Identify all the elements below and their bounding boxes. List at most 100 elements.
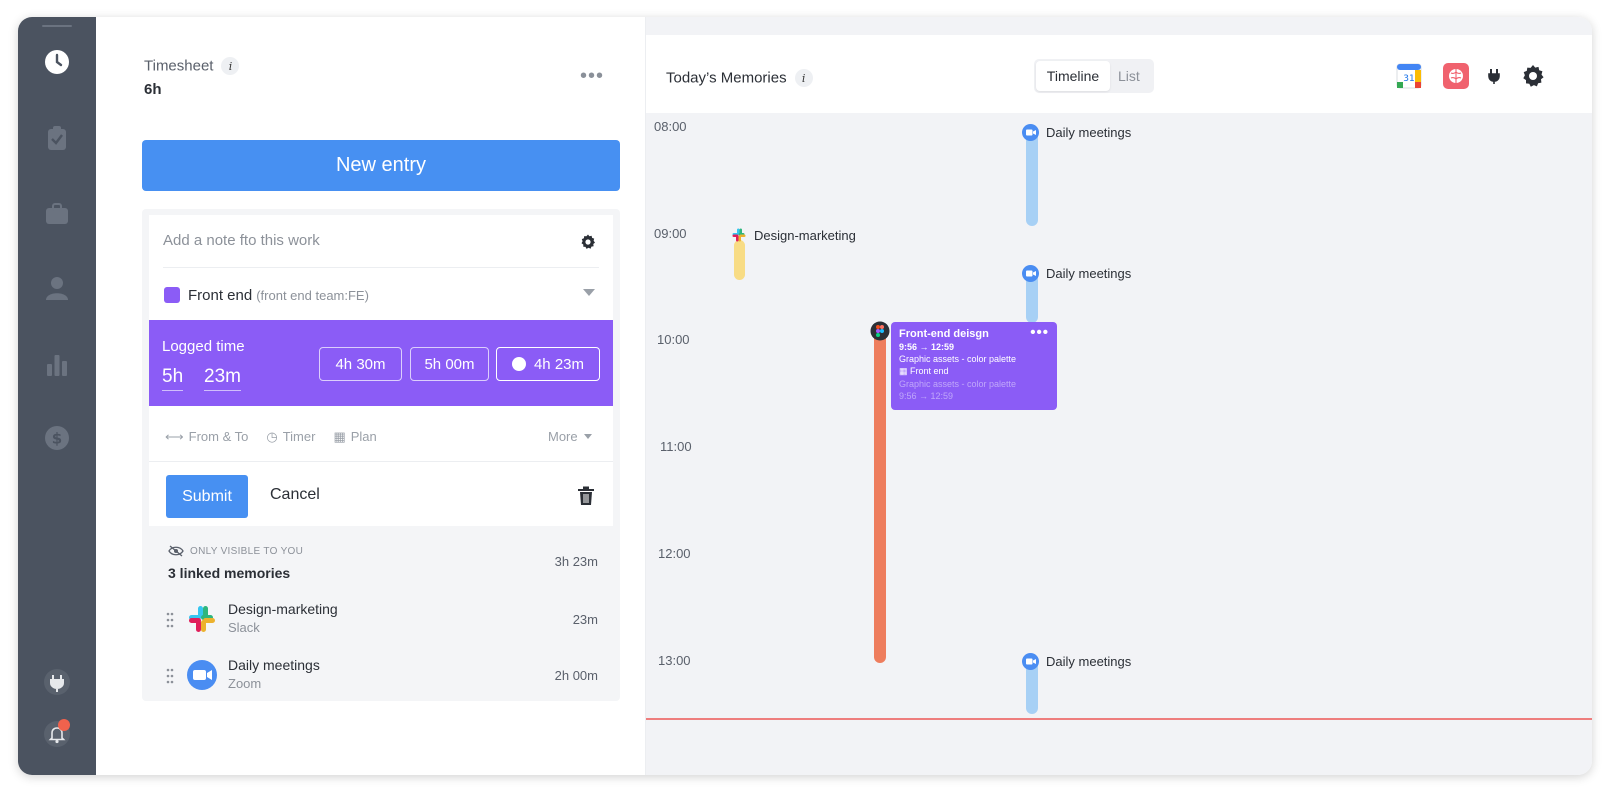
more-options-icon[interactable]: •••: [580, 65, 604, 88]
cancel-button[interactable]: Cancel: [270, 486, 320, 504]
mode-plan[interactable]: ▦ Plan: [333, 429, 376, 445]
list-item[interactable]: Design-marketing Slack 23m: [142, 595, 620, 645]
chip-label: 4h 23m: [533, 355, 585, 373]
memories-title: Today’s Memories i: [666, 69, 813, 87]
info-icon[interactable]: i: [794, 69, 813, 87]
more-dropdown[interactable]: More: [548, 429, 592, 444]
mode-from-to[interactable]: ⟷ From & To: [165, 429, 248, 445]
project-name: Front end: [188, 287, 253, 304]
svg-text:$: $: [52, 430, 62, 448]
memories-title-text: Today’s Memories: [666, 69, 787, 87]
visibility-note: ONLY VISIBLE TO YOU: [168, 545, 303, 557]
mode-timer[interactable]: ◷ Timer: [266, 429, 315, 445]
list-item[interactable]: Daily meetings Zoom 2h 00m: [142, 651, 620, 701]
eye-off-icon: [168, 545, 184, 557]
card-menu-icon[interactable]: •••: [1030, 324, 1049, 341]
event-title: Daily meetings: [1046, 266, 1132, 281]
slack-icon: [189, 606, 215, 632]
project-select[interactable]: Front end (front end team:FE): [188, 287, 369, 304]
memory-duration: 23m: [572, 612, 598, 627]
memory-source: Zoom: [228, 676, 262, 691]
timesheet-total: 6h: [144, 81, 162, 98]
user-icon[interactable]: [40, 271, 74, 305]
card-project-name: Front end: [910, 366, 949, 376]
event-title: Daily meetings: [1046, 125, 1132, 140]
sidebar: $: [18, 17, 96, 775]
meeting-bar[interactable]: [1026, 131, 1038, 226]
mode-label: Plan: [350, 429, 377, 444]
zoom-icon: [187, 660, 217, 690]
note-input[interactable]: Add a note fto this work: [163, 232, 320, 249]
logged-minutes-input[interactable]: 23m: [204, 366, 241, 391]
meeting-event-label[interactable]: Daily meetings: [1022, 653, 1131, 670]
slack-bar[interactable]: [734, 240, 745, 280]
memory-source: Slack: [228, 620, 260, 635]
brain-icon[interactable]: [1443, 63, 1469, 89]
zoom-icon: [1022, 265, 1039, 282]
plug-icon[interactable]: [40, 665, 74, 699]
memories-header: Today’s Memories i Timeline List 31: [646, 35, 1592, 113]
hour-label: 13:00: [658, 653, 691, 668]
gear-icon[interactable]: [579, 233, 597, 251]
info-icon[interactable]: i: [221, 57, 240, 75]
figma-icon: [870, 321, 890, 341]
card-faded-description: Graphic assets - color palette: [899, 379, 1017, 389]
app-window: $ Timesheet i 6h ••• New entry Add a note…: [18, 17, 1592, 775]
hour-label: 08:00: [654, 119, 687, 134]
event-title: Daily meetings: [1046, 654, 1132, 669]
timesheet-title: Timesheet i: [144, 57, 240, 75]
meeting-event-label[interactable]: Daily meetings: [1022, 124, 1131, 141]
clock-icon[interactable]: [40, 45, 74, 79]
front-end-design-card[interactable]: Front-end deisgn 9:56 → 12:59 Graphic as…: [891, 322, 1057, 410]
hour-label: 09:00: [654, 226, 687, 241]
tab-timeline[interactable]: Timeline: [1036, 61, 1110, 91]
calendar-icon: ▦: [333, 429, 346, 444]
timeline: 08:00 09:00 10:00 11:00 12:00 13:00 Dail…: [646, 113, 1592, 775]
meeting-event-label[interactable]: Daily meetings: [1022, 265, 1131, 282]
time-suggestion-chip[interactable]: 4h 30m: [319, 347, 402, 381]
chevron-down-icon[interactable]: [583, 289, 595, 296]
hour-label: 10:00: [657, 332, 690, 347]
linked-memories-duration: 3h 23m: [554, 554, 598, 569]
time-suggestion-chip-active[interactable]: 4h 23m: [496, 347, 600, 381]
plug-icon[interactable]: [1481, 63, 1507, 89]
figma-bar[interactable]: [874, 326, 886, 663]
visibility-text: ONLY VISIBLE TO YOU: [190, 545, 304, 557]
trash-icon[interactable]: [577, 486, 595, 506]
zoom-icon: [1022, 124, 1039, 141]
brain-icon: [511, 357, 526, 371]
google-calendar-icon[interactable]: 31: [1396, 63, 1422, 89]
card-title: Front-end deisgn: [899, 328, 989, 340]
clipboard-check-icon[interactable]: [40, 121, 74, 155]
drag-handle-icon[interactable]: [166, 668, 174, 684]
hour-label: 12:00: [658, 546, 691, 561]
entry-form: Add a note fto this work Front end (front…: [149, 215, 613, 526]
gear-icon[interactable]: [1520, 63, 1546, 89]
new-entry-button[interactable]: New entry: [142, 140, 620, 191]
dollar-icon[interactable]: $: [40, 421, 74, 455]
card-faded-time: 9:56 → 12:59: [899, 391, 954, 401]
bar-chart-icon[interactable]: [40, 347, 74, 381]
mode-label: Timer: [282, 429, 316, 444]
time-suggestion-chip[interactable]: 5h 00m: [410, 347, 489, 381]
memory-title: Daily meetings: [228, 657, 320, 673]
sidebar-grip: [42, 25, 72, 27]
view-toggle: Timeline List: [1034, 59, 1154, 93]
bell-icon[interactable]: [40, 717, 74, 751]
timesheet-title-text: Timesheet: [144, 57, 214, 75]
memory-title: Design-marketing: [228, 601, 338, 617]
zoom-icon: [1022, 653, 1039, 670]
tab-list[interactable]: List: [1118, 68, 1140, 84]
calendar-day: 31: [1403, 74, 1414, 84]
briefcase-icon[interactable]: [40, 197, 74, 231]
slack-icon: [732, 228, 746, 242]
divider: [163, 267, 599, 268]
submit-button[interactable]: Submit: [166, 475, 248, 518]
timesheet-panel: Timesheet i 6h ••• New entry Add a note f…: [96, 17, 646, 775]
timer-icon: ◷: [266, 429, 278, 444]
current-time-line: [646, 718, 1592, 720]
drag-handle-icon[interactable]: [166, 612, 174, 628]
hour-label: 11:00: [660, 439, 692, 454]
slack-event-label[interactable]: Design-marketing: [731, 227, 856, 243]
logged-hours-input[interactable]: 5h: [162, 366, 184, 391]
